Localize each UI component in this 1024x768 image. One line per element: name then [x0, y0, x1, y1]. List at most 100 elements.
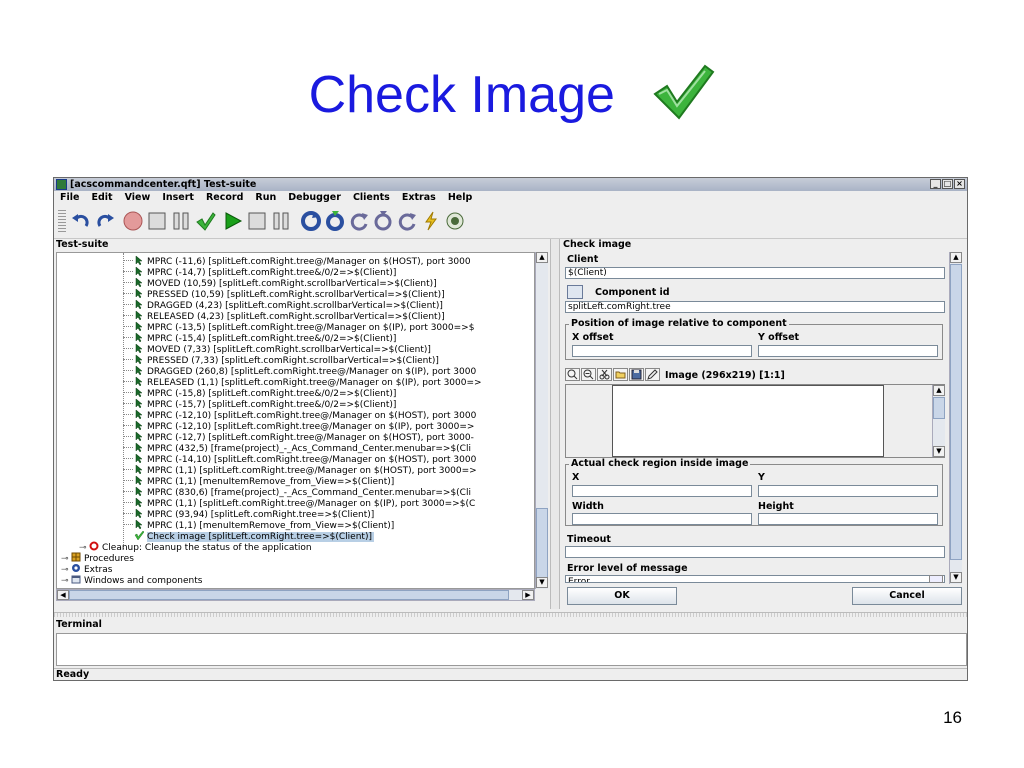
ok-button[interactable]: OK: [567, 587, 677, 605]
redo-icon[interactable]: [94, 210, 116, 232]
tree-procedures-row[interactable]: ⊸ Procedures: [61, 552, 134, 564]
step-out-icon[interactable]: [372, 210, 394, 232]
tree-step-row[interactable]: MPRC (1,1) [menuItemRemove_from_View=>$(…: [134, 519, 394, 531]
tree-step-row[interactable]: MPRC (-15,8) [splitLeft.comRight.tree&/0…: [134, 387, 396, 399]
step-icon[interactable]: [300, 210, 322, 232]
image-viewer[interactable]: ▲ ▼: [565, 384, 945, 458]
region-height-field[interactable]: [758, 513, 938, 525]
tree-step-row[interactable]: MPRC (-12,10) [splitLeft.comRight.tree@/…: [134, 409, 476, 421]
tree-step-row[interactable]: DRAGGED (260,8) [splitLeft.comRight.tree…: [134, 365, 476, 377]
tree-windows-row[interactable]: ⊸ Windows and components: [61, 574, 202, 587]
region-x-field[interactable]: [572, 485, 752, 497]
save-icon[interactable]: [629, 368, 644, 381]
tree-step-row[interactable]: DRAGGED (4,23) [splitLeft.comRight.scrol…: [134, 299, 443, 311]
x-offset-field[interactable]: [572, 345, 752, 357]
tree-step-row[interactable]: PRESSED (7,33) [splitLeft.comRight.scrol…: [134, 354, 439, 366]
menu-edit[interactable]: Edit: [91, 192, 112, 203]
scroll-right-icon[interactable]: ▶: [522, 590, 534, 600]
tree-step-row[interactable]: MPRC (-11,6) [splitLeft.comRight.tree@/M…: [134, 255, 471, 267]
tree-step-row[interactable]: MPRC (-12,10) [splitLeft.comRight.tree@/…: [134, 420, 474, 432]
minimize-button[interactable]: _: [930, 179, 941, 189]
pause-record-icon[interactable]: [170, 210, 192, 232]
tree-step-row[interactable]: MPRC (-15,4) [splitLeft.comRight.tree&/0…: [134, 332, 396, 344]
expand-handle-icon[interactable]: ⊸: [61, 576, 71, 587]
dropdown-arrow-icon[interactable]: [929, 575, 943, 583]
error-level-select[interactable]: Error: [565, 575, 945, 583]
menu-extras[interactable]: Extras: [402, 192, 436, 203]
menu-record[interactable]: Record: [206, 192, 243, 203]
maximize-button[interactable]: □: [942, 179, 953, 189]
timeout-field[interactable]: [565, 546, 945, 558]
tree-step-row[interactable]: MPRC (-14,10) [splitLeft.comRight.tree@/…: [134, 453, 476, 465]
menu-help[interactable]: Help: [448, 192, 472, 203]
tree-step-row[interactable]: PRESSED (10,59) [splitLeft.comRight.scro…: [134, 288, 445, 300]
step-over-icon[interactable]: [348, 210, 370, 232]
window-titlebar[interactable]: [acscommandcenter.qft] Test-suite _ □ ×: [54, 178, 967, 191]
tree-step-row[interactable]: MPRC (-12,7) [splitLeft.comRight.tree@/M…: [134, 431, 474, 443]
cut-icon[interactable]: [597, 368, 612, 381]
tree-check-image-row[interactable]: Check image [splitLeft.comRight.tree=>$(…: [134, 530, 374, 542]
form-scroll-down-icon[interactable]: ▼: [950, 572, 962, 583]
tree-step-row[interactable]: RELEASED (1,1) [splitLeft.comRight.tree@…: [134, 376, 482, 388]
menu-insert[interactable]: Insert: [162, 192, 194, 203]
edit-icon[interactable]: [645, 368, 660, 381]
tree-step-row[interactable]: RELEASED (4,23) [splitLeft.comRight.scro…: [134, 310, 445, 322]
form-scroll-thumb[interactable]: [950, 264, 962, 560]
tree-cleanup-row[interactable]: ⊸ Cleanup: Cleanup the status of the appl…: [79, 541, 312, 553]
tree-step-row[interactable]: MPRC (432,5) [frame(project)_-_Acs_Comma…: [134, 442, 471, 454]
stop-record-icon[interactable]: [146, 210, 168, 232]
image-scroll-thumb[interactable]: [933, 397, 945, 419]
y-offset-field[interactable]: [758, 345, 938, 357]
lightning-icon[interactable]: [420, 210, 442, 232]
tree-step-row[interactable]: MPRC (-14,7) [splitLeft.comRight.tree&/0…: [134, 266, 396, 278]
continue-icon[interactable]: [396, 210, 418, 232]
tree-step-row[interactable]: MPRC (-13,5) [splitLeft.comRight.tree@/M…: [134, 321, 474, 333]
toolbar-grip-icon[interactable]: [58, 210, 66, 233]
tree-step-row[interactable]: MPRC (93,94) [splitLeft.comRight.tree=>$…: [134, 508, 374, 520]
scroll-down-icon[interactable]: ▼: [536, 577, 548, 588]
zoom-out-icon[interactable]: [565, 368, 580, 381]
menu-view[interactable]: View: [125, 192, 151, 203]
horizontal-split-divider[interactable]: [54, 612, 967, 617]
region-width-field[interactable]: [572, 513, 752, 525]
step-in-icon[interactable]: [324, 210, 346, 232]
tree-horizontal-scrollbar[interactable]: ◀ ▶: [56, 589, 535, 601]
cancel-button[interactable]: Cancel: [852, 587, 962, 605]
tree-hscroll-thumb[interactable]: [69, 590, 509, 600]
component-id-field[interactable]: splitLeft.comRight.tree: [565, 301, 945, 313]
menu-file[interactable]: File: [60, 192, 79, 203]
tree-step-row[interactable]: MPRC (830,6) [frame(project)_-_Acs_Comma…: [134, 486, 471, 498]
tree-scroll-thumb[interactable]: [536, 508, 548, 588]
tree-step-row[interactable]: MPRC (1,1) [splitLeft.comRight.tree@/Man…: [134, 497, 475, 509]
terminal-output[interactable]: [56, 633, 967, 666]
scroll-left-icon[interactable]: ◀: [57, 590, 69, 600]
open-folder-icon[interactable]: [613, 368, 628, 381]
eye-icon[interactable]: [444, 210, 466, 232]
region-y-field[interactable]: [758, 485, 938, 497]
record-check-icon[interactable]: [194, 210, 216, 232]
split-divider[interactable]: [550, 239, 560, 609]
pause-icon[interactable]: [270, 210, 292, 232]
tree-step-row[interactable]: MPRC (1,1) [menuItemRemove_from_View=>$(…: [134, 475, 394, 487]
tree-step-row[interactable]: MPRC (1,1) [splitLeft.comRight.tree@/Man…: [134, 464, 477, 476]
scroll-up-icon[interactable]: ▲: [536, 252, 548, 263]
form-vertical-scrollbar[interactable]: ▲ ▼: [949, 252, 962, 584]
menu-debugger[interactable]: Debugger: [288, 192, 341, 203]
play-icon[interactable]: [222, 210, 244, 232]
undo-icon[interactable]: [70, 210, 92, 232]
stop-icon[interactable]: [246, 210, 268, 232]
menu-clients[interactable]: Clients: [353, 192, 390, 203]
image-scroll-down-icon[interactable]: ▼: [933, 446, 945, 457]
record-icon[interactable]: [122, 210, 144, 232]
form-scroll-up-icon[interactable]: ▲: [950, 252, 962, 263]
tree-step-row[interactable]: MOVED (10,59) [splitLeft.comRight.scroll…: [134, 277, 437, 289]
tree-vertical-scrollbar[interactable]: ▲ ▼: [535, 252, 548, 589]
tree-step-row[interactable]: MOVED (7,33) [splitLeft.comRight.scrollb…: [134, 343, 431, 355]
menu-run[interactable]: Run: [255, 192, 276, 203]
tree-step-row[interactable]: MPRC (-15,7) [splitLeft.comRight.tree&/0…: [134, 398, 396, 410]
image-scroll-up-icon[interactable]: ▲: [933, 385, 945, 396]
tree-extras-row[interactable]: ⊸ Extras: [61, 563, 112, 575]
test-suite-tree[interactable]: MPRC (-11,6) [splitLeft.comRight.tree@/M…: [56, 252, 535, 589]
client-field[interactable]: $(Client): [565, 267, 945, 279]
image-vertical-scrollbar[interactable]: ▲ ▼: [932, 385, 945, 457]
